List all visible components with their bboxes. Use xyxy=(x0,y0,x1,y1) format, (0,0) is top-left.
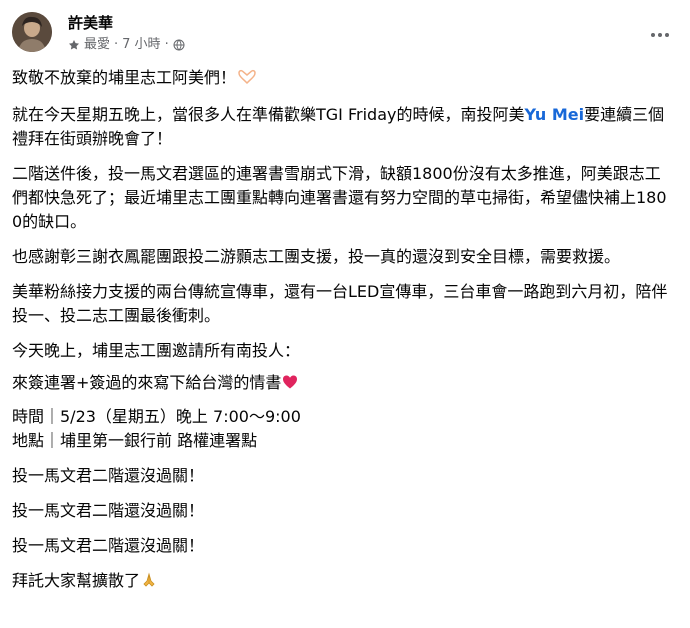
post-paragraph: 致敬不放棄的埔里志工阿美們！ xyxy=(12,66,674,92)
more-icon xyxy=(650,23,670,42)
post-paragraph: 投一馬文君二階還沒過關！ xyxy=(12,466,205,485)
post-header: 許美華 最愛 · 7 小時 · xyxy=(12,12,674,60)
meta-separator: · xyxy=(114,37,119,52)
author-avatar[interactable] xyxy=(12,12,52,52)
paragraph-text: 就在今天星期五晚上，當很多人在準備歡樂TGI Friday的時候，南投阿美 xyxy=(12,105,525,124)
audience-label: 最愛 xyxy=(84,37,111,52)
facebook-post: 許美華 最愛 · 7 小時 · 致敬不放棄的埔里志工阿美們！ 就在今天星期五晚上… xyxy=(0,0,690,628)
post-paragraph: 也感謝彰三謝衣鳳罷團跟投二游顥志工團支援，投一真的還沒到安全目標，需要救援。 xyxy=(12,247,621,266)
post-paragraph: 今天晚上，埔里志工團邀請所有南投人： xyxy=(12,341,301,360)
avatar-photo-icon xyxy=(12,12,52,52)
event-place: 地點｜埔里第一銀行前 路權連署點 xyxy=(12,431,258,450)
red-heart-emoji xyxy=(282,373,298,397)
post-paragraph: 二階送件後，投一馬文君選區的連署書雪崩式下滑，缺額1800份沒有太多推進，阿美跟… xyxy=(12,164,667,231)
post-paragraph: 投一馬文君二階還沒過關！ xyxy=(12,501,205,520)
author-name[interactable]: 許美華 xyxy=(68,13,113,33)
post-paragraph: 投一馬文君二階還沒過關！ xyxy=(12,536,205,555)
heart-hands-emoji xyxy=(237,68,257,92)
post-paragraph: 就在今天星期五晚上，當很多人在準備歡樂TGI Friday的時候，南投阿美Yu … xyxy=(12,103,674,151)
folded-hands-emoji xyxy=(141,571,157,595)
post-paragraph: 美華粉絲接力支援的兩台傳統宣傳車，還有一台LED宣傳車，三台車會一路跑到六月初，… xyxy=(12,282,668,325)
paragraph-text: 拜託大家幫擴散了 xyxy=(12,571,141,590)
paragraph-text: 致敬不放棄的埔里志工阿美們！ xyxy=(12,68,237,87)
post-timestamp[interactable]: 7 小時 xyxy=(122,37,160,53)
more-options-button[interactable] xyxy=(646,18,674,46)
meta-separator: · xyxy=(164,37,169,52)
post-body: 致敬不放棄的埔里志工阿美們！ 就在今天星期五晚上，當很多人在準備歡樂TGI Fr… xyxy=(12,66,674,595)
event-time: 時間｜5/23（星期五）晚上 7:00～9:00 xyxy=(12,407,301,426)
star-icon xyxy=(68,39,80,51)
globe-icon[interactable] xyxy=(173,39,185,51)
post-paragraph: 拜託大家幫擴散了 xyxy=(12,569,674,595)
post-paragraph: 來簽連署+簽過的來寫下給台灣的情書 xyxy=(12,371,674,397)
paragraph-text: 來簽連署+簽過的來寫下給台灣的情書 xyxy=(12,373,282,392)
mention-link[interactable]: Yu Mei xyxy=(524,105,584,124)
post-meta: 最愛 · 7 小時 · xyxy=(68,37,185,53)
